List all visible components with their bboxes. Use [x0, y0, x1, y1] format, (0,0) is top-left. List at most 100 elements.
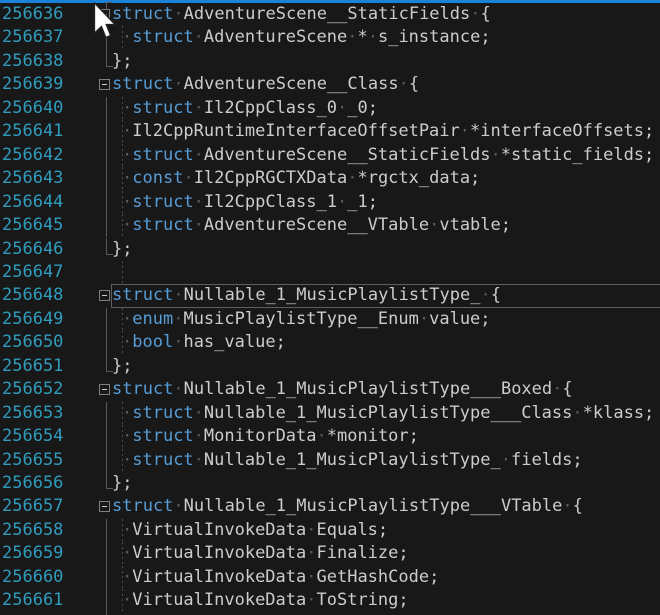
- line-number[interactable]: 256655: [2, 449, 63, 472]
- fold-toggle-icon[interactable]: [99, 501, 110, 512]
- code-line-text[interactable]: ·Il2CppRuntimeInterfaceOffsetPair·*inter…: [122, 120, 654, 143]
- code-line[interactable]: 256654 ·struct·MonitorData·*monitor;: [0, 425, 660, 448]
- code-line-text[interactable]: ·struct·Il2CppClass_0·_0;: [122, 97, 378, 120]
- code-line-text[interactable]: ·struct·AdventureScene·*·s_instance;: [122, 26, 491, 49]
- line-number[interactable]: 256641: [2, 120, 63, 143]
- whitespace-dot: ·: [122, 332, 132, 352]
- identifier-token: vtable;: [439, 215, 511, 235]
- code-line-text[interactable]: struct·AdventureScene__StaticFields·{: [112, 3, 491, 26]
- code-line[interactable]: 256661 ·VirtualInvokeData·ToString;: [0, 589, 660, 612]
- code-line-text[interactable]: ·struct·MonitorData·*monitor;: [122, 425, 419, 448]
- code-line[interactable]: 256649 ·enum·MusicPlaylistType__Enum·valu…: [0, 308, 660, 331]
- line-number[interactable]: 256653: [2, 402, 63, 425]
- line-number[interactable]: 256645: [2, 214, 63, 237]
- whitespace-dot: ·: [399, 74, 409, 94]
- line-number[interactable]: 256654: [2, 425, 63, 448]
- line-number[interactable]: 256656: [2, 472, 63, 495]
- code-line-text[interactable]: ·struct·Nullable_1_MusicPlaylistType_·fi…: [122, 449, 583, 472]
- line-number[interactable]: 256643: [2, 167, 63, 190]
- code-line[interactable]: 256655 ·struct·Nullable_1_MusicPlaylistTy…: [0, 449, 660, 472]
- code-line[interactable]: 256642 ·struct·AdventureScene__StaticFiel…: [0, 144, 660, 167]
- code-line-text[interactable]: };: [112, 238, 132, 261]
- line-number[interactable]: 256661: [2, 589, 63, 612]
- identifier-token: AdventureScene__Class: [184, 74, 399, 94]
- whitespace-dot: ·: [491, 145, 501, 165]
- code-line[interactable]: 256646};: [0, 238, 660, 261]
- identifier-token: *rgctx_data;: [357, 168, 480, 188]
- identifier-token: {: [491, 285, 501, 305]
- code-line-text[interactable]: ·VirtualInvokeData·Finalize;: [122, 542, 409, 565]
- line-number[interactable]: 256647: [2, 261, 63, 284]
- code-line[interactable]: 256648struct·Nullable_1_MusicPlaylistTyp…: [0, 284, 660, 307]
- code-line[interactable]: 256650 ·bool·has_value;: [0, 331, 660, 354]
- code-line[interactable]: 256652 struct·Nullable_1_MusicPlaylistTyp…: [0, 378, 660, 401]
- code-line[interactable]: 256643·const·Il2CppRGCTXData·*rgctx_data…: [0, 167, 660, 190]
- code-line-text[interactable]: ·struct·Nullable_1_MusicPlaylistType___C…: [122, 402, 654, 425]
- code-line-text[interactable]: ·struct·AdventureScene__StaticFields·*st…: [122, 144, 654, 167]
- whitespace-dot: ·: [501, 450, 511, 470]
- line-number[interactable]: 256636: [2, 3, 63, 26]
- line-number[interactable]: 256638: [2, 50, 63, 73]
- whitespace-dot: ·: [173, 285, 183, 305]
- code-line-text[interactable]: struct·Nullable_1_MusicPlaylistType_·{: [112, 284, 501, 307]
- code-line[interactable]: 256660 ·VirtualInvokeData·GetHashCode;: [0, 566, 660, 589]
- code-line-text[interactable]: ·struct·AdventureScene__VTable·vtable;: [122, 214, 511, 237]
- line-number[interactable]: 256651: [2, 355, 63, 378]
- identifier-token: {: [409, 74, 419, 94]
- line-number[interactable]: 256637: [2, 26, 63, 49]
- fold-toggle-icon[interactable]: [99, 9, 110, 20]
- code-line[interactable]: 256653 ·struct·Nullable_1_MusicPlaylistTy…: [0, 402, 660, 425]
- fold-toggle-icon[interactable]: [99, 79, 110, 90]
- fold-toggle-icon[interactable]: [99, 290, 110, 301]
- code-line-text[interactable]: ·const·Il2CppRGCTXData·*rgctx_data;: [122, 167, 480, 190]
- code-line[interactable]: 256637 ·struct·AdventureScene·*·s_instanc…: [0, 26, 660, 49]
- code-line-text[interactable]: };: [112, 50, 132, 73]
- line-number[interactable]: 256640: [2, 97, 63, 120]
- line-number[interactable]: 256649: [2, 308, 63, 331]
- code-line[interactable]: 256647: [0, 261, 660, 284]
- identifier-token: *klass;: [583, 403, 655, 423]
- code-line-text[interactable]: struct·Nullable_1_MusicPlaylistType___VT…: [112, 495, 583, 518]
- whitespace-dot: ·: [122, 309, 132, 329]
- code-line[interactable]: 256636 struct·AdventureScene__StaticField…: [0, 3, 660, 26]
- line-number[interactable]: 256659: [2, 542, 63, 565]
- line-number[interactable]: 256646: [2, 238, 63, 261]
- identifier-token: AdventureScene__StaticFields: [184, 4, 471, 24]
- code-line-text[interactable]: ·VirtualInvokeData·GetHashCode;: [122, 566, 439, 589]
- line-number[interactable]: 256652: [2, 378, 63, 401]
- line-number[interactable]: 256644: [2, 191, 63, 214]
- fold-toggle-icon[interactable]: [99, 384, 110, 395]
- code-line-text[interactable]: ·struct·Il2CppClass_1·_1;: [122, 191, 378, 214]
- code-line[interactable]: 256645 ·struct·AdventureScene__VTable·vta…: [0, 214, 660, 237]
- code-line[interactable]: 256659 ·VirtualInvokeData·Finalize;: [0, 542, 660, 565]
- code-line-text[interactable]: struct·Nullable_1_MusicPlaylistType___Bo…: [112, 378, 573, 401]
- code-line[interactable]: 256639 struct·AdventureScene__Class·{: [0, 73, 660, 96]
- line-number[interactable]: 256650: [2, 331, 63, 354]
- code-line[interactable]: 256640 ·struct·Il2CppClass_0·_0;: [0, 97, 660, 120]
- code-line[interactable]: 256656};: [0, 472, 660, 495]
- code-line[interactable]: 256641 ·Il2CppRuntimeInterfaceOffsetPair·…: [0, 120, 660, 143]
- fold-extent-guide: [106, 472, 107, 489]
- code-line-text[interactable]: ·enum·MusicPlaylistType__Enum·value;: [122, 308, 491, 331]
- line-number[interactable]: 256648: [2, 284, 63, 307]
- code-line[interactable]: 256658 ·VirtualInvokeData·Equals;: [0, 519, 660, 542]
- identifier-token: {: [481, 4, 491, 24]
- whitespace-dot: ·: [173, 74, 183, 94]
- line-number[interactable]: 256639: [2, 73, 63, 96]
- code-line-text[interactable]: ·VirtualInvokeData·Equals;: [122, 519, 388, 542]
- code-line-text[interactable]: ·VirtualInvokeData·ToString;: [122, 589, 409, 612]
- code-line-text[interactable]: struct·AdventureScene__Class·{: [112, 73, 419, 96]
- fold-extent-guide: [106, 2, 107, 9]
- code-line[interactable]: 256644 ·struct·Il2CppClass_1·_1;: [0, 191, 660, 214]
- whitespace-dot: ·: [183, 168, 193, 188]
- code-line-text[interactable]: ·bool·has_value;: [122, 331, 286, 354]
- line-number[interactable]: 256660: [2, 566, 63, 589]
- code-line-text[interactable]: };: [112, 472, 132, 495]
- code-line[interactable]: 256638};: [0, 50, 660, 73]
- line-number[interactable]: 256658: [2, 519, 63, 542]
- code-line[interactable]: 256651};: [0, 355, 660, 378]
- line-number[interactable]: 256657: [2, 495, 63, 518]
- line-number[interactable]: 256642: [2, 144, 63, 167]
- code-line[interactable]: 256657 struct·Nullable_1_MusicPlaylistTyp…: [0, 495, 660, 518]
- code-line-text[interactable]: };: [112, 355, 132, 378]
